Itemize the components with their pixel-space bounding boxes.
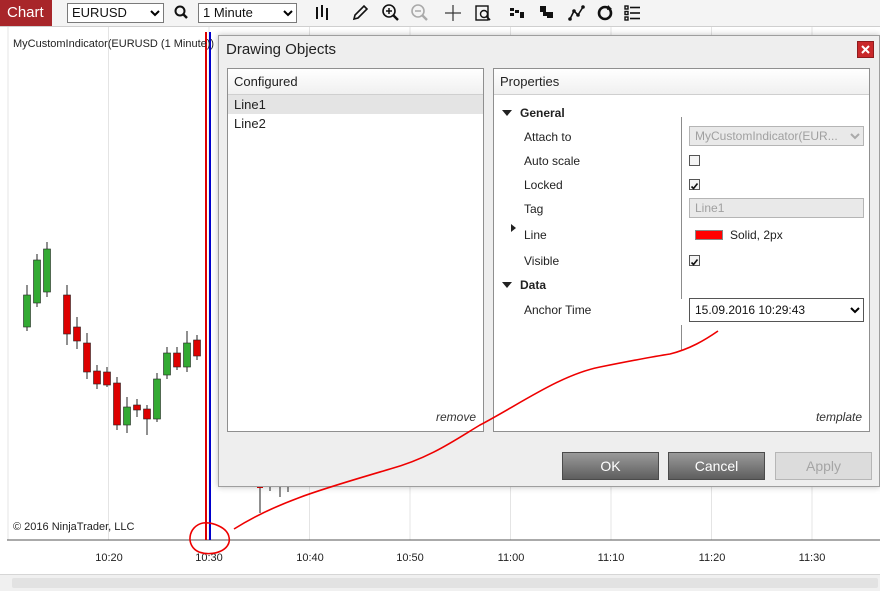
anchor-time-label: Anchor Time xyxy=(524,303,592,317)
candle-body xyxy=(153,378,161,420)
time-axis-label: 10:30 xyxy=(195,552,223,564)
bar-type-icon[interactable] xyxy=(312,2,334,24)
list-item-line1[interactable]: Line1 xyxy=(228,95,483,114)
instrument-selector[interactable]: EURUSD xyxy=(67,3,164,23)
locked-checkbox[interactable] xyxy=(689,179,700,190)
candle-body xyxy=(183,342,191,368)
candle-body xyxy=(143,408,151,420)
time-axis-label: 11:20 xyxy=(698,552,726,564)
locked-label: Locked xyxy=(524,178,563,192)
list-item-line2[interactable]: Line2 xyxy=(228,114,483,133)
chart-toolbar: Chart EURUSD 1 Minute xyxy=(0,0,880,27)
dialog-title: Drawing Objects xyxy=(226,41,337,58)
close-button[interactable] xyxy=(857,41,874,58)
tag-label: Tag xyxy=(524,202,544,216)
chevron-down-icon xyxy=(283,10,293,17)
visible-checkbox[interactable] xyxy=(689,255,700,266)
candle-body xyxy=(113,382,121,426)
properties-icon[interactable] xyxy=(622,2,644,24)
candle-body xyxy=(163,352,171,376)
chart-title: MyCustomIndicator(EURUSD (1 Minute)) xyxy=(13,38,215,50)
strategies-icon[interactable] xyxy=(537,2,559,24)
interval-selector[interactable]: 1 Minute xyxy=(198,3,297,23)
candle-body xyxy=(83,342,91,373)
line-style-value[interactable]: Solid, 2px xyxy=(730,228,783,242)
candle-body xyxy=(173,352,181,368)
time-axis-label: 10:40 xyxy=(296,552,324,564)
zoom-out-icon[interactable] xyxy=(409,2,431,24)
reload-icon[interactable] xyxy=(594,2,616,24)
configured-panel: Configured Line1 Line2 remove xyxy=(227,68,484,432)
drawing-objects-dialog: Drawing Objects Configured Line1 Line2 r… xyxy=(218,35,880,487)
collapse-triangle-icon xyxy=(502,282,512,288)
attach-to-value: MyCustomIndicator(EUR... xyxy=(695,129,838,143)
chevron-down-icon xyxy=(850,307,860,314)
candle-body xyxy=(93,370,101,385)
checkmark-icon xyxy=(690,259,699,266)
collapse-triangle-icon xyxy=(502,110,512,116)
zoom-in-icon[interactable] xyxy=(380,2,402,24)
anchor-time-value: 15.09.2016 10:29:43 xyxy=(695,303,806,317)
close-icon xyxy=(861,45,870,54)
template-link[interactable]: template xyxy=(816,410,862,424)
chart-window: Chart EURUSD 1 Minute MyCustomIndicator(… xyxy=(0,0,880,591)
candle-body xyxy=(63,294,71,335)
candle-body xyxy=(33,259,41,304)
time-axis-label: 11:10 xyxy=(597,552,625,564)
properties-panel: Properties General Attach to MyCustomInd… xyxy=(493,68,870,432)
candle-body xyxy=(43,248,51,293)
instrument-value: EURUSD xyxy=(72,5,127,20)
group-data[interactable]: Data xyxy=(494,274,546,296)
drawing-tools-icon[interactable] xyxy=(566,2,588,24)
candle-body xyxy=(123,406,131,426)
candle-body xyxy=(73,326,81,342)
chart-tab[interactable]: Chart xyxy=(0,0,52,26)
remove-link[interactable]: remove xyxy=(436,410,476,424)
pencil-icon[interactable] xyxy=(349,2,371,24)
expand-triangle-icon[interactable] xyxy=(510,223,518,233)
configured-header: Configured xyxy=(228,69,483,95)
copyright-text: © 2016 NinjaTrader, LLC xyxy=(13,521,135,533)
tag-field: Line1 xyxy=(689,198,864,218)
candle-body xyxy=(193,339,201,357)
checkmark-icon xyxy=(690,183,699,190)
ok-button[interactable]: OK xyxy=(562,452,659,480)
time-axis-label: 10:50 xyxy=(396,552,424,564)
chevron-down-icon xyxy=(150,10,160,17)
scrollbar-thumb[interactable] xyxy=(12,578,878,588)
search-icon[interactable] xyxy=(170,2,192,24)
line-label: Line xyxy=(524,228,547,242)
line-color-swatch[interactable] xyxy=(695,230,723,240)
indicators-icon[interactable] xyxy=(507,2,529,24)
data-box-icon[interactable] xyxy=(472,2,494,24)
column-divider[interactable] xyxy=(681,117,682,299)
properties-header: Properties xyxy=(494,69,869,95)
attach-to-select: MyCustomIndicator(EUR... xyxy=(689,126,864,146)
cancel-button[interactable]: Cancel xyxy=(668,452,765,480)
interval-value: 1 Minute xyxy=(203,5,253,20)
tag-value: Line1 xyxy=(695,201,725,215)
candle-body xyxy=(23,294,31,328)
auto-scale-label: Auto scale xyxy=(524,154,581,168)
group-data-label: Data xyxy=(520,278,547,292)
horizontal-scrollbar[interactable] xyxy=(0,574,880,591)
column-divider[interactable] xyxy=(681,325,682,351)
auto-scale-checkbox[interactable] xyxy=(689,155,700,166)
group-general[interactable]: General xyxy=(494,102,565,124)
attach-to-label: Attach to xyxy=(524,130,572,144)
visible-label: Visible xyxy=(524,254,560,268)
apply-button[interactable]: Apply xyxy=(775,452,872,480)
group-general-label: General xyxy=(520,106,565,120)
time-axis-label: 11:00 xyxy=(497,552,525,564)
time-axis-label: 11:30 xyxy=(798,552,826,564)
chevron-down-icon xyxy=(850,133,860,140)
anchor-time-select[interactable]: 15.09.2016 10:29:43 xyxy=(689,298,864,322)
candle-body xyxy=(133,404,141,411)
time-axis-label: 10:20 xyxy=(95,552,123,564)
crosshair-icon[interactable] xyxy=(442,2,464,24)
candle-body xyxy=(103,371,111,386)
